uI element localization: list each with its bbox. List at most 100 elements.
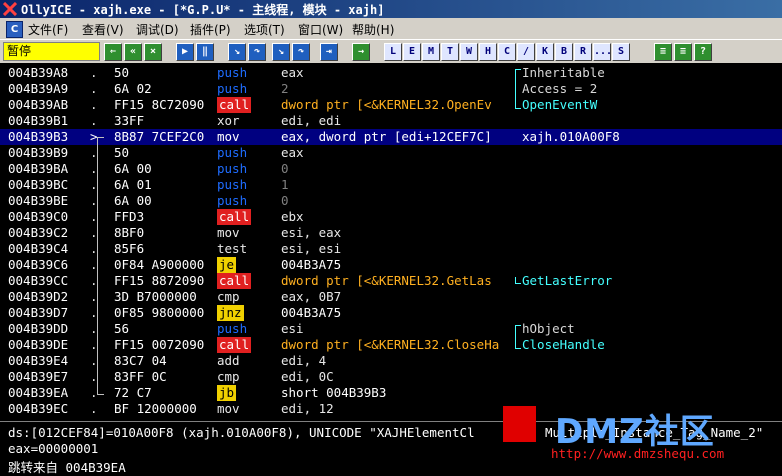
patches-button[interactable]: /: [517, 43, 535, 61]
row-address: 004B39C0: [8, 209, 69, 224]
row-comment: GetLastError: [522, 273, 613, 288]
threads-button[interactable]: T: [441, 43, 459, 61]
disasm-row[interactable]: 004B39B1. 33FF xor edi, edi: [0, 113, 782, 129]
disasm-row[interactable]: 004B39C2. 8BF0 mov esi, eax: [0, 225, 782, 241]
disasm-row[interactable]: 004B39D2. 3D B7000000 cmp eax, 0B7: [0, 289, 782, 305]
row-mnemonic: push: [217, 145, 248, 160]
watermark-url: http://www.dmzshequ.com: [551, 446, 725, 461]
row-hex-bytes: 0F85 9800000: [114, 305, 205, 320]
execute-till-return-icon[interactable]: ⇥: [320, 43, 338, 61]
row-address: 004B39DE: [8, 337, 69, 352]
close-icon[interactable]: ×: [144, 43, 162, 61]
row-mnemonic: push: [217, 161, 248, 176]
goto-icon[interactable]: →: [352, 43, 370, 61]
jump-arrow-line: [97, 137, 104, 395]
row-hex-bytes: 8BF0: [114, 225, 145, 240]
disasm-row[interactable]: 004B39A9. 6A 02 push 2 Access = 2: [0, 81, 782, 97]
title-bar[interactable]: OllyICE - xajh.exe - [*G.P.U* - 主线程, 模块 …: [0, 0, 782, 18]
row-operands: eax: [281, 65, 304, 80]
disasm-row[interactable]: 004B39CC. FF15 8872090 call dword ptr [<&KE…: [0, 273, 782, 289]
trace-over-icon[interactable]: ↷: [292, 43, 310, 61]
disasm-row[interactable]: 004B39E7. 83FF 0C cmp edi, 0C: [0, 369, 782, 385]
cpu-button[interactable]: C: [498, 43, 516, 61]
row-mnemonic: call: [217, 337, 252, 353]
pause-icon[interactable]: ‖: [196, 43, 214, 61]
row-operands: dword ptr [<&KERNEL32.GetLas: [281, 273, 492, 288]
menu-plugins[interactable]: 插件(P): [190, 21, 231, 38]
menu-window[interactable]: 窗口(W): [298, 21, 343, 38]
row-address: 004B39C6: [8, 257, 69, 272]
disasm-row[interactable]: 004B39E4. 83C7 04 add edi, 4: [0, 353, 782, 369]
modules-button[interactable]: E: [403, 43, 421, 61]
cpu-window-icon[interactable]: C: [6, 21, 23, 38]
info-line-2: eax=00000001: [8, 441, 99, 456]
row-address: 004B39E4: [8, 353, 69, 368]
disasm-row[interactable]: 004B39B9. 50 push eax: [0, 145, 782, 161]
breakpoints-button[interactable]: B: [555, 43, 573, 61]
olly-app-icon: [3, 2, 17, 16]
row-address: 004B39B9: [8, 145, 69, 160]
row-hex-bytes: FF15 8C72090: [114, 97, 205, 112]
disasm-row[interactable]: 004B39DE. FF15 0072090 call dword ptr [<&KE…: [0, 337, 782, 353]
run-icon[interactable]: ▶: [176, 43, 194, 61]
disasm-row[interactable]: 004B39BE. 6A 00 push 0: [0, 193, 782, 209]
handles-button[interactable]: H: [479, 43, 497, 61]
row-address: 004B39CC: [8, 273, 69, 288]
row-hex-bytes: 6A 01: [114, 177, 152, 192]
menu-list-icon[interactable]: ≡: [674, 43, 692, 61]
row-address: 004B39D2: [8, 289, 69, 304]
row-mnemonic: push: [217, 177, 248, 192]
row-address: 004B39A8: [8, 65, 69, 80]
disasm-row[interactable]: 004B39C6. 0F84 A900000 je 004B3A75: [0, 257, 782, 273]
disasm-row[interactable]: 004B39DD. 56 push esi hObject: [0, 321, 782, 337]
list-icon[interactable]: ≡: [654, 43, 672, 61]
trace-into-icon[interactable]: ↘: [272, 43, 290, 61]
disasm-row[interactable]: 004B39B3 >8B87 7CEF2C0 mov eax, dword ptr […: [0, 129, 782, 145]
step-into-icon[interactable]: ↘: [228, 43, 246, 61]
disasm-row[interactable]: 004B39BC. 6A 01 push 1: [0, 177, 782, 193]
menu-view[interactable]: 查看(V): [82, 21, 124, 38]
row-hex-bytes: 33FF: [114, 113, 145, 128]
row-comment: Access = 2: [522, 81, 598, 96]
row-operands: edi, 0C: [281, 369, 334, 384]
disasm-row[interactable]: 004B39C0. FFD3 call ebx: [0, 209, 782, 225]
menu-help[interactable]: 帮助(H): [352, 21, 394, 38]
row-address: 004B39BC: [8, 177, 69, 192]
help-icon[interactable]: ?: [694, 43, 712, 61]
disasm-row[interactable]: 004B39C4. 85F6 test esi, esi: [0, 241, 782, 257]
disasm-row[interactable]: 004B39AB. FF15 8C72090 call dword ptr [<&KE…: [0, 97, 782, 113]
restart-icon[interactable]: «: [124, 43, 142, 61]
menu-options[interactable]: 选项(T): [244, 21, 285, 38]
disasm-row[interactable]: 004B39BA. 6A 00 push 0: [0, 161, 782, 177]
row-hex-bytes: 85F6: [114, 241, 145, 256]
disasm-row[interactable]: 004B39A8. 50 push eax Inheritable: [0, 65, 782, 81]
watermark: DMZ社区 http://www.dmzshequ.com: [503, 404, 782, 475]
call-stack-button[interactable]: K: [536, 43, 554, 61]
row-mnemonic: mov: [217, 225, 240, 240]
log-window-button[interactable]: L: [384, 43, 402, 61]
row-operands: 2: [281, 81, 289, 96]
row-hex-bytes: 50: [114, 65, 130, 80]
windows-button[interactable]: W: [460, 43, 478, 61]
memory-button[interactable]: M: [422, 43, 440, 61]
row-address: 004B39A9: [8, 81, 69, 96]
menu-file[interactable]: 文件(F): [28, 21, 68, 38]
open-icon[interactable]: ⇐: [104, 43, 122, 61]
row-operands: edi, 12: [281, 401, 334, 416]
row-hex-bytes: FF15 8872090: [114, 273, 205, 288]
disasm-row[interactable]: 004B39EA. 72 C7 jb short 004B39B3: [0, 385, 782, 401]
row-mnemonic: je: [217, 257, 237, 273]
row-operands: esi, esi: [281, 241, 342, 256]
row-hex-bytes: FFD3: [114, 209, 145, 224]
step-over-icon[interactable]: ↷: [248, 43, 266, 61]
disasm-row[interactable]: 004B39D7. 0F85 9800000 jnz 004B3A75: [0, 305, 782, 321]
row-operands: eax, 0B7: [281, 289, 342, 304]
row-marker: .: [90, 401, 98, 416]
toolbar: 暂停 ⇐ « × ▶ ‖ ↘ ↷ ↘ ↷ ⇥ → L E M T W H C /…: [0, 39, 782, 65]
menu-debug[interactable]: 调试(D): [136, 21, 179, 38]
references-button[interactable]: R: [574, 43, 592, 61]
run-trace-button[interactable]: ...: [593, 43, 612, 61]
source-button[interactable]: S: [612, 43, 630, 61]
row-operands: 0: [281, 161, 289, 176]
disassembly-pane[interactable]: 004B39A8. 50 push eax Inheritable 004B39A9. 6A…: [0, 63, 782, 421]
